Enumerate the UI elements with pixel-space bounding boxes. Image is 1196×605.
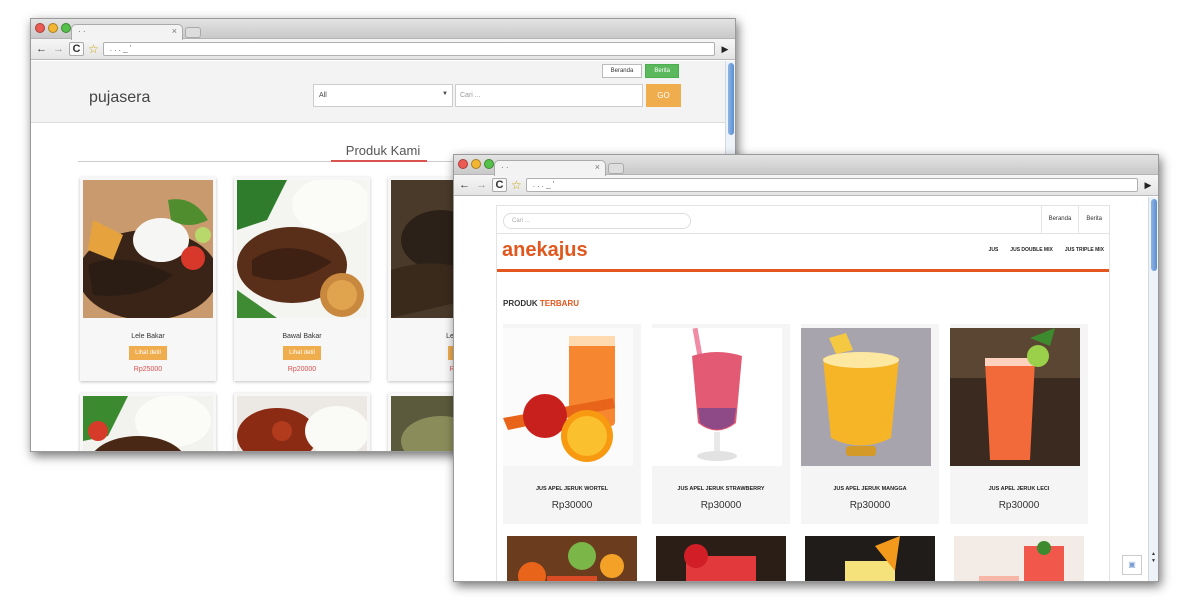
product-price: Rp20000 <box>287 366 317 373</box>
browser-tab[interactable]: · · × <box>494 160 606 176</box>
product-photo <box>954 536 1084 581</box>
category-select-value: All <box>319 92 327 99</box>
browser-window-anekajus: · · × ← → C ☆ . . . _ ' ▶ Cari ... Beran… <box>453 154 1159 582</box>
product-price: Rp30000 <box>700 500 742 511</box>
scrollbar-thumb[interactable] <box>1151 199 1157 271</box>
browser-toolbar: ← → C ☆ . . . _ ' ▶ <box>31 39 735 60</box>
product-card[interactable] <box>80 393 216 451</box>
top-nav: Beranda Berita <box>1040 206 1109 233</box>
zoom-window-button[interactable] <box>484 159 494 169</box>
product-name: JUS APEL JERUK LECI <box>988 486 1050 492</box>
tab-close-icon[interactable]: × <box>172 26 177 36</box>
site-container: Cari ... Beranda Berita anekajus JUS JUS… <box>496 205 1110 581</box>
close-window-button[interactable] <box>458 159 468 169</box>
scroll-arrows-icon[interactable]: ▲ ▼ <box>1148 551 1158 581</box>
product-price: Rp25000 <box>133 366 163 373</box>
jus-apel-jeruk-wortel-photo <box>503 328 633 466</box>
chevron-down-icon: ▼ <box>442 91 448 97</box>
product-name: Lele Bakar <box>131 333 165 340</box>
bawal-bakar-photo <box>237 177 372 318</box>
tab-title: · · <box>78 27 86 36</box>
menu-jus-double-mix[interactable]: JUS DOUBLE MIX <box>1010 247 1053 253</box>
product-card[interactable]: JUS APEL JERUK LECI Rp30000 <box>950 324 1088 524</box>
nav-berita[interactable]: Berita <box>645 64 679 78</box>
bookmark-star-icon[interactable]: ☆ <box>511 178 522 192</box>
new-tab-button[interactable] <box>185 27 201 38</box>
window-controls <box>458 159 494 169</box>
back-icon[interactable]: ← <box>35 43 48 55</box>
forward-icon[interactable]: → <box>475 179 488 191</box>
forward-icon[interactable]: → <box>52 43 65 55</box>
product-price: Rp30000 <box>551 500 593 511</box>
close-window-button[interactable] <box>35 23 45 33</box>
reload-icon[interactable]: C <box>69 42 84 56</box>
nav-berita[interactable]: Berita <box>1078 206 1109 233</box>
zoom-window-button[interactable] <box>61 23 71 33</box>
product-name: JUS APEL JERUK MANGGA <box>833 486 907 492</box>
go-arrow-icon[interactable]: ▶ <box>1142 180 1154 191</box>
product-name: JUS APEL JERUK STRAWBERRY <box>677 486 765 492</box>
tab-title: · · <box>501 163 509 172</box>
product-photo <box>805 536 935 581</box>
jus-apel-jeruk-strawberry-photo <box>652 327 782 466</box>
search-go-button[interactable]: GO <box>646 84 681 107</box>
product-photo <box>237 396 369 451</box>
section-underline <box>331 160 427 162</box>
top-bar: Cari ... Beranda Berita <box>497 206 1109 234</box>
vertical-scrollbar[interactable] <box>1148 197 1158 551</box>
category-select[interactable]: All ▼ <box>313 84 453 107</box>
search-input[interactable]: Cari ... <box>503 213 691 229</box>
top-nav: Beranda Berita <box>601 64 679 78</box>
detail-button[interactable]: Lihat detil <box>283 346 321 360</box>
product-card[interactable]: JUS APEL JERUK STRAWBERRY Rp30000 <box>652 324 790 524</box>
site-logo[interactable]: anekajus <box>502 239 588 262</box>
product-card[interactable]: JUS APEL JERUK MANGGA Rp30000 <box>801 324 939 524</box>
address-bar[interactable]: . . . _ ' <box>102 42 715 56</box>
product-card[interactable]: JUS APEL JERUK WORTEL Rp30000 <box>503 324 641 524</box>
product-card[interactable]: Bawal Bakar Lihat detil Rp20000 <box>234 177 372 381</box>
title-bar: · · × <box>31 19 735 40</box>
product-photo <box>83 395 213 451</box>
product-card[interactable]: Lele Bakar Lihat detil Rp25000 <box>78 177 218 381</box>
tab-close-icon[interactable]: × <box>595 162 600 172</box>
jus-apel-jeruk-mangga-photo <box>801 328 931 466</box>
main-menu: JUS JUS DOUBLE MIX JUS TRIPLE MIX <box>989 247 1104 253</box>
section-title-prefix: PRODUK <box>503 299 538 308</box>
product-price: Rp30000 <box>849 500 891 511</box>
nav-beranda[interactable]: Beranda <box>601 64 643 78</box>
search-input[interactable]: Cari ... <box>455 84 643 107</box>
reload-icon[interactable]: C <box>492 178 507 192</box>
product-name: JUS APEL JERUK WORTEL <box>535 486 609 492</box>
lele-bakar-photo <box>78 180 218 320</box>
new-tab-button[interactable] <box>608 163 624 174</box>
product-photo <box>507 536 637 581</box>
product-price: Rp30000 <box>998 500 1040 511</box>
browser-toolbar: ← → C ☆ . . . _ ' ▶ <box>454 175 1158 196</box>
go-arrow-icon[interactable]: ▶ <box>719 44 731 55</box>
section-title-highlight: TERBARU <box>539 299 580 308</box>
window-controls <box>35 23 71 33</box>
minimize-window-button[interactable] <box>471 159 481 169</box>
site-header: Beranda Berita pujasera All ▼ Cari ... G… <box>31 61 735 123</box>
title-bar: · · × <box>454 155 1158 176</box>
menu-jus[interactable]: JUS <box>989 247 999 253</box>
product-photo <box>656 536 786 581</box>
product-name: Bawal Bakar <box>282 333 322 340</box>
menu-jus-triple-mix[interactable]: JUS TRIPLE MIX <box>1065 247 1104 253</box>
back-icon[interactable]: ← <box>458 179 471 191</box>
address-bar[interactable]: . . . _ ' <box>525 178 1138 192</box>
nav-beranda[interactable]: Beranda <box>1040 206 1079 233</box>
product-card[interactable] <box>234 393 370 451</box>
bookmark-star-icon[interactable]: ☆ <box>88 42 99 56</box>
site-logo[interactable]: pujasera <box>89 89 150 107</box>
detail-button[interactable]: Lihat detil <box>129 346 167 360</box>
header-accent-bar <box>497 269 1109 272</box>
broken-image-icon: ▣ <box>1122 555 1142 575</box>
scrollbar-thumb[interactable] <box>728 63 734 135</box>
page-content: Cari ... Beranda Berita anekajus JUS JUS… <box>454 197 1158 581</box>
browser-tab[interactable]: · · × <box>71 24 183 40</box>
jus-apel-jeruk-leci-photo <box>950 328 1080 466</box>
minimize-window-button[interactable] <box>48 23 58 33</box>
section-title: PRODUK TERBARU <box>503 299 579 308</box>
